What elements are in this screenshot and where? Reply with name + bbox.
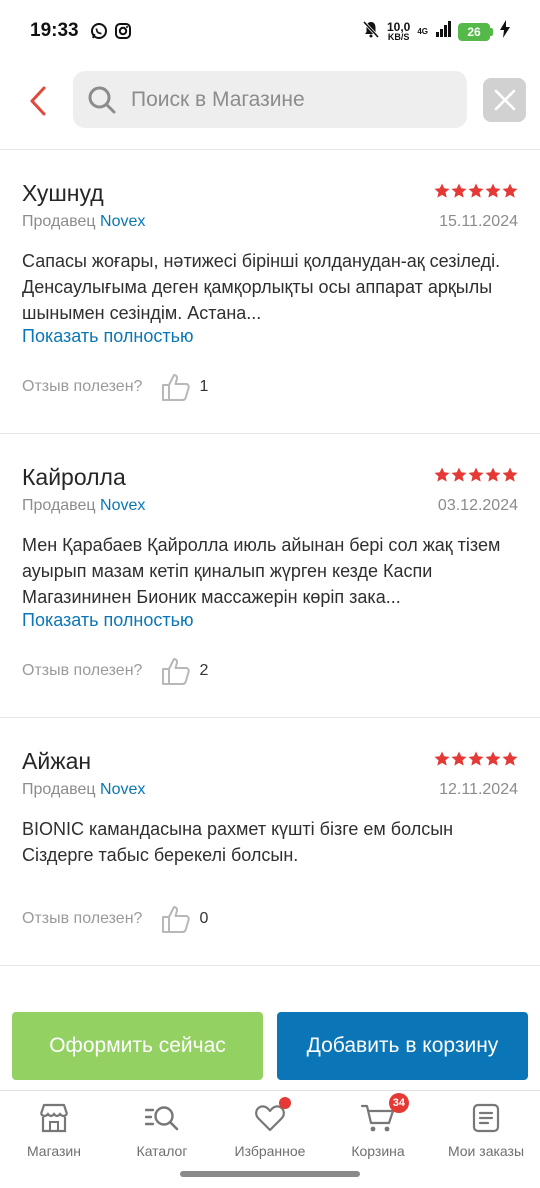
review-card: Хушнуд Продавец Novex 15.11.2024 Сапасы … [0, 150, 540, 434]
status-right: 10,0 KB/S 4G 26 [362, 20, 510, 43]
helpful-label: Отзыв полезен? [22, 378, 143, 395]
catalog-search-icon [145, 1101, 179, 1135]
thumbs-up-icon [162, 658, 191, 685]
rating-stars [434, 183, 518, 199]
helpful-row: Отзыв полезен? 2 [22, 656, 208, 686]
review-author: Айжан [22, 748, 92, 774]
star-icon [502, 467, 518, 482]
review-author: Кайролла [22, 464, 126, 490]
cart-icon: 34 [361, 1093, 409, 1135]
show-more-link[interactable]: Показать полностью [22, 326, 193, 347]
star-icon [451, 183, 467, 198]
star-icon [434, 183, 450, 198]
orders-list-icon [469, 1101, 503, 1135]
mute-bell-icon [362, 20, 380, 43]
seller-link[interactable]: Novex [100, 213, 145, 230]
star-icon [468, 183, 484, 198]
seller-prefix: Продавец [22, 781, 96, 798]
notification-dot [279, 1097, 291, 1109]
helpful-label: Отзыв полезен? [22, 662, 143, 679]
rating-stars [434, 751, 518, 767]
battery-level: 26 [458, 22, 490, 41]
star-icon [468, 467, 484, 482]
star-icon [451, 467, 467, 482]
rating-stars [434, 467, 518, 483]
review-date: 15.11.2024 [439, 213, 518, 230]
helpful-count: 2 [199, 662, 209, 679]
review-card: Кайролла Продавец Novex 03.12.2024 Мен Қ… [0, 434, 540, 718]
back-arrow-icon [30, 86, 46, 116]
back-button[interactable] [22, 84, 54, 118]
whatsapp-icon [90, 22, 108, 45]
seller-link[interactable]: Novex [100, 497, 145, 514]
review-seller: Продавец Novex [22, 781, 145, 799]
tab-label: Корзина [351, 1143, 405, 1159]
search-icon [88, 86, 116, 114]
star-icon [485, 751, 501, 766]
network-speed: 10,0 KB/S [387, 21, 410, 42]
status-app-icons [90, 22, 132, 45]
signal-icon [435, 21, 451, 42]
show-more-link[interactable]: Показать полностью [22, 610, 193, 631]
star-icon [485, 183, 501, 198]
add-to-cart-button[interactable]: Добавить в корзину [277, 1012, 528, 1080]
review-card: Айжан Продавец Novex 12.11.2024 BIONIC к… [0, 718, 540, 966]
star-icon [502, 183, 518, 198]
review-seller: Продавец Novex [22, 497, 145, 515]
star-icon [434, 751, 450, 766]
star-icon [485, 467, 501, 482]
tab-label: Мои заказы [447, 1143, 525, 1159]
helpful-count: 1 [199, 378, 209, 395]
seller-link[interactable]: Novex [100, 781, 145, 798]
star-icon [434, 467, 450, 482]
tab-favorites[interactable]: Избранное [216, 1097, 324, 1163]
charging-icon [500, 20, 510, 43]
heart-icon [253, 1097, 291, 1135]
seller-prefix: Продавец [22, 213, 96, 230]
network-type: 4G [417, 27, 428, 36]
star-icon [502, 751, 518, 766]
action-bar: Оформить сейчас Добавить в корзину [0, 1000, 540, 1090]
tab-orders[interactable]: Мои заказы [432, 1101, 540, 1163]
helpful-label: Отзыв полезен? [22, 910, 143, 927]
thumbs-up-icon [162, 906, 191, 933]
tab-label: Каталог [136, 1143, 188, 1159]
review-seller: Продавец Novex [22, 213, 145, 231]
status-time: 19:33 [30, 20, 79, 41]
helpful-row: Отзыв полезен? 0 [22, 904, 208, 934]
speed-unit: KB/S [387, 31, 410, 42]
search-header [0, 62, 540, 150]
close-icon [494, 89, 515, 111]
instagram-icon [114, 22, 132, 45]
order-now-button[interactable]: Оформить сейчас [12, 1012, 263, 1080]
cart-badge: 34 [388, 1093, 409, 1113]
tab-label: Магазин [26, 1143, 81, 1159]
review-text: BIONIC камандасына рахмет күшті бізге ем… [22, 819, 454, 865]
thumbs-up-button[interactable] [161, 372, 191, 402]
search-input[interactable] [131, 81, 451, 118]
tab-label: Избранное [234, 1143, 306, 1159]
review-text: Сапасы жоғары, нәтижесі бірінші қолдануд… [22, 251, 501, 323]
shop-icon [37, 1101, 71, 1135]
review-author: Хушнуд [22, 180, 104, 206]
thumbs-up-button[interactable] [161, 904, 191, 934]
clear-search-button[interactable] [483, 78, 526, 122]
review-date: 03.12.2024 [437, 497, 518, 514]
tab-cart[interactable]: 34 Корзина [324, 1093, 432, 1163]
helpful-count: 0 [199, 910, 209, 927]
tab-shop[interactable]: Магазин [0, 1101, 108, 1163]
seller-prefix: Продавец [22, 497, 96, 514]
thumbs-up-icon [162, 374, 191, 401]
home-indicator[interactable] [180, 1171, 360, 1177]
review-date: 12.11.2024 [439, 781, 518, 798]
status-bar: 19:33 10,0 KB/S 4G 26 [0, 0, 540, 62]
star-icon [451, 751, 467, 766]
thumbs-up-button[interactable] [161, 656, 191, 686]
tab-catalog[interactable]: Каталог [108, 1101, 216, 1163]
battery-icon: 26 [458, 22, 493, 41]
helpful-row: Отзыв полезен? 1 [22, 372, 208, 402]
star-icon [468, 751, 484, 766]
review-text: Мен Қарабаев Қайролла июль айынан бері с… [22, 535, 501, 607]
search-field[interactable] [73, 71, 467, 128]
